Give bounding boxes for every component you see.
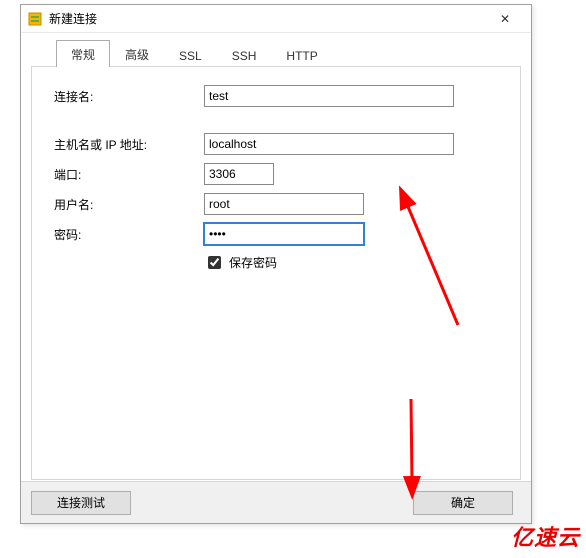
port-input[interactable] — [204, 163, 274, 185]
tab-advanced[interactable]: 高级 — [110, 40, 164, 67]
tab-panel-general: 连接名: 主机名或 IP 地址: 端口: 用户名: 密码: — [31, 66, 521, 480]
tab-ssl[interactable]: SSL — [164, 43, 217, 67]
tab-ssh[interactable]: SSH — [217, 43, 272, 67]
row-port: 端口: — [54, 163, 498, 185]
titlebar: 新建连接 ✕ — [21, 5, 531, 33]
user-input[interactable] — [204, 193, 364, 215]
dialog-footer: 连接测试 确定 — [21, 481, 531, 523]
close-button[interactable]: ✕ — [485, 8, 525, 30]
test-connection-button[interactable]: 连接测试 — [31, 491, 131, 515]
tab-general[interactable]: 常规 — [56, 40, 110, 67]
password-label: 密码: — [54, 226, 204, 243]
ok-button[interactable]: 确定 — [413, 491, 513, 515]
row-password: 密码: — [54, 223, 498, 245]
watermark: 亿速云 — [511, 520, 580, 552]
window-title: 新建连接 — [49, 10, 485, 27]
row-connection-name: 连接名: — [54, 85, 498, 107]
tabstrip: 常规 高级 SSL SSH HTTP — [56, 40, 521, 67]
close-icon: ✕ — [500, 12, 510, 26]
dialog-content: 常规 高级 SSL SSH HTTP 连接名: 主机名或 IP 地址: 端口: … — [21, 33, 531, 481]
navicat-icon — [27, 11, 43, 27]
host-label: 主机名或 IP 地址: — [54, 136, 204, 153]
connection-name-input[interactable] — [204, 85, 454, 107]
row-host: 主机名或 IP 地址: — [54, 133, 498, 155]
password-input[interactable] — [204, 223, 364, 245]
tab-http[interactable]: HTTP — [271, 43, 332, 67]
user-label: 用户名: — [54, 196, 204, 213]
row-save-password: 保存密码 — [204, 253, 498, 272]
new-connection-dialog: 新建连接 ✕ 常规 高级 SSL SSH HTTP 连接名: 主机名或 IP 地… — [20, 4, 532, 524]
save-password-checkbox[interactable] — [208, 256, 221, 269]
save-password-label: 保存密码 — [229, 254, 277, 271]
connection-name-label: 连接名: — [54, 88, 204, 105]
port-label: 端口: — [54, 166, 204, 183]
host-input[interactable] — [204, 133, 454, 155]
row-user: 用户名: — [54, 193, 498, 215]
